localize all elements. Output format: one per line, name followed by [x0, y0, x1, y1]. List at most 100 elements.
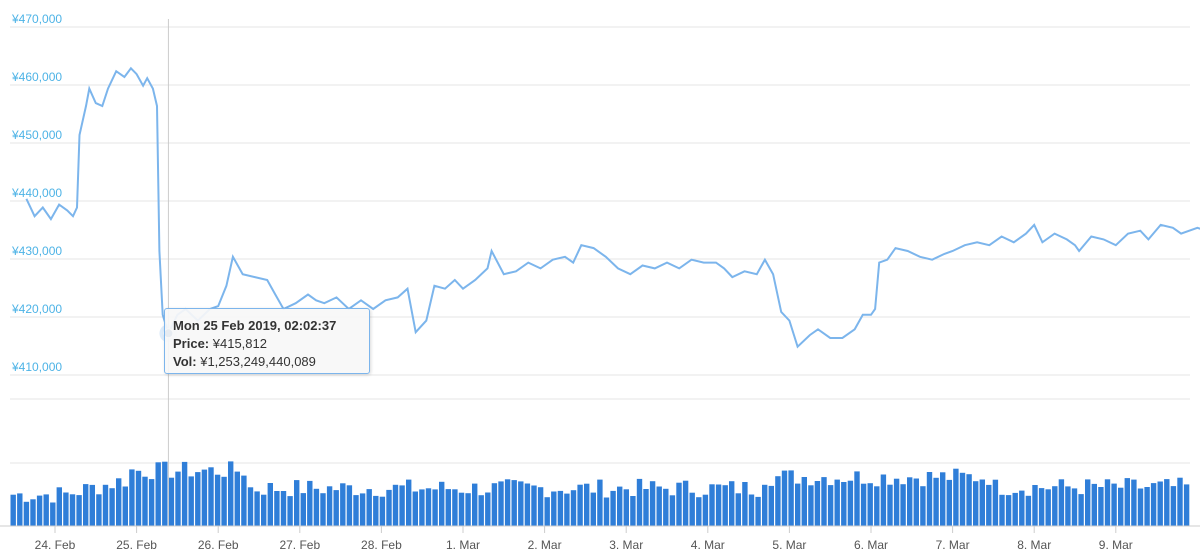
- volume-bar: [1085, 479, 1091, 526]
- volume-bar: [458, 492, 465, 526]
- volume-bar: [887, 484, 893, 526]
- volume-bar: [300, 493, 306, 526]
- volume-bar: [188, 476, 194, 526]
- volume-bar: [597, 479, 603, 526]
- volume-bar: [17, 493, 23, 526]
- volume-bar: [43, 494, 49, 526]
- volume-bar: [709, 484, 715, 526]
- volume-bar: [162, 461, 168, 526]
- volume-bar: [755, 496, 761, 526]
- volume-bar: [854, 471, 860, 526]
- volume-bar: [669, 495, 676, 526]
- volume-bar: [30, 499, 36, 526]
- volume-bar: [762, 484, 768, 526]
- price-tooltip: Mon 25 Feb 2019, 02:02:37 Price: ¥415,81…: [164, 308, 370, 374]
- volume-bar: [261, 494, 267, 526]
- volume-bar: [768, 485, 774, 526]
- volume-bar: [221, 476, 227, 526]
- volume-bar: [1150, 483, 1157, 526]
- y-tick-label: ¥460,000: [11, 70, 62, 84]
- tooltip-vol-label: Vol:: [173, 354, 197, 369]
- volume-bar: [439, 481, 445, 526]
- volume-bar: [788, 470, 794, 526]
- x-tick-label: 9. Mar: [1099, 538, 1133, 552]
- volume-bar: [425, 488, 432, 526]
- volume-bar: [584, 483, 590, 526]
- volume-bar: [649, 481, 656, 526]
- volume-bar: [406, 479, 412, 526]
- volume-bar: [373, 495, 379, 526]
- volume-bar: [1137, 488, 1144, 526]
- volume-bar: [860, 483, 867, 526]
- volume-bar: [1019, 490, 1025, 526]
- volume-bar: [841, 482, 847, 526]
- volume-bar: [23, 501, 30, 526]
- volume-bar: [953, 468, 959, 526]
- volume-bar: [623, 489, 629, 526]
- volume-bar: [392, 484, 399, 526]
- volume-bar: [1045, 489, 1051, 526]
- volume-bar: [630, 496, 636, 526]
- volume-bar: [313, 488, 320, 526]
- volume-bar: [1012, 492, 1018, 526]
- volume-bar: [201, 469, 208, 526]
- volume-bar: [1144, 487, 1150, 526]
- volume-bar: [729, 481, 735, 526]
- volume-bar: [1098, 487, 1104, 526]
- volume-bar: [603, 497, 610, 526]
- volume-bar: [294, 480, 300, 526]
- volume-bar: [412, 491, 418, 526]
- volume-bar: [880, 474, 887, 526]
- volume-bar: [504, 479, 511, 526]
- volume-bar: [379, 496, 386, 526]
- x-tick-label: 27. Feb: [279, 538, 320, 552]
- volume-bar: [142, 476, 148, 526]
- x-tick-label: 3. Mar: [609, 538, 643, 552]
- volume-bar: [89, 484, 95, 526]
- volume-bar: [307, 480, 313, 526]
- volume-bar: [83, 484, 89, 526]
- volume-bar: [827, 485, 834, 526]
- volume-bar: [129, 469, 135, 526]
- x-tick-label: 5. Mar: [772, 538, 806, 552]
- volume-bar: [267, 483, 273, 526]
- volume-bar: [636, 478, 643, 526]
- price-line: [25, 66, 1200, 349]
- volume-bar: [689, 492, 695, 526]
- volume-bar: [1091, 483, 1097, 526]
- volume-bar: [155, 462, 161, 526]
- volume-bar: [208, 467, 214, 526]
- volume-bar: [63, 492, 69, 526]
- volume-bar: [353, 495, 359, 526]
- y-tick-label: ¥440,000: [11, 186, 62, 200]
- volume-bar: [900, 484, 906, 526]
- volume-bar: [959, 472, 966, 526]
- volume-bar: [722, 485, 728, 526]
- volume-bar: [617, 486, 623, 526]
- volume-bar: [320, 493, 326, 526]
- volume-bar: [781, 470, 788, 526]
- volume-bar: [544, 497, 550, 526]
- volume-bar: [1038, 488, 1045, 526]
- volume-bar: [1177, 477, 1183, 526]
- grid-lines: [10, 26, 1190, 464]
- volume-bar: [834, 479, 840, 526]
- volume-bar: [531, 485, 537, 526]
- volume-bar: [795, 483, 801, 526]
- volume-bar: [1058, 479, 1065, 526]
- volume-bar: [715, 484, 722, 526]
- volume-bar: [1005, 495, 1012, 526]
- y-tick-label: ¥430,000: [11, 244, 62, 258]
- volume-bar: [181, 461, 188, 526]
- volume-bar: [696, 497, 702, 526]
- volume-bar: [893, 478, 900, 526]
- volume-bar: [966, 474, 972, 526]
- volume-bar: [524, 483, 531, 526]
- volume-bar: [1052, 486, 1058, 526]
- x-tick-label: 8. Mar: [1017, 538, 1051, 552]
- volume-bar: [1111, 483, 1117, 526]
- volume-bar: [1131, 479, 1137, 526]
- volume-bar: [979, 479, 985, 526]
- volume-bar: [346, 485, 353, 526]
- volume-bar: [570, 490, 577, 526]
